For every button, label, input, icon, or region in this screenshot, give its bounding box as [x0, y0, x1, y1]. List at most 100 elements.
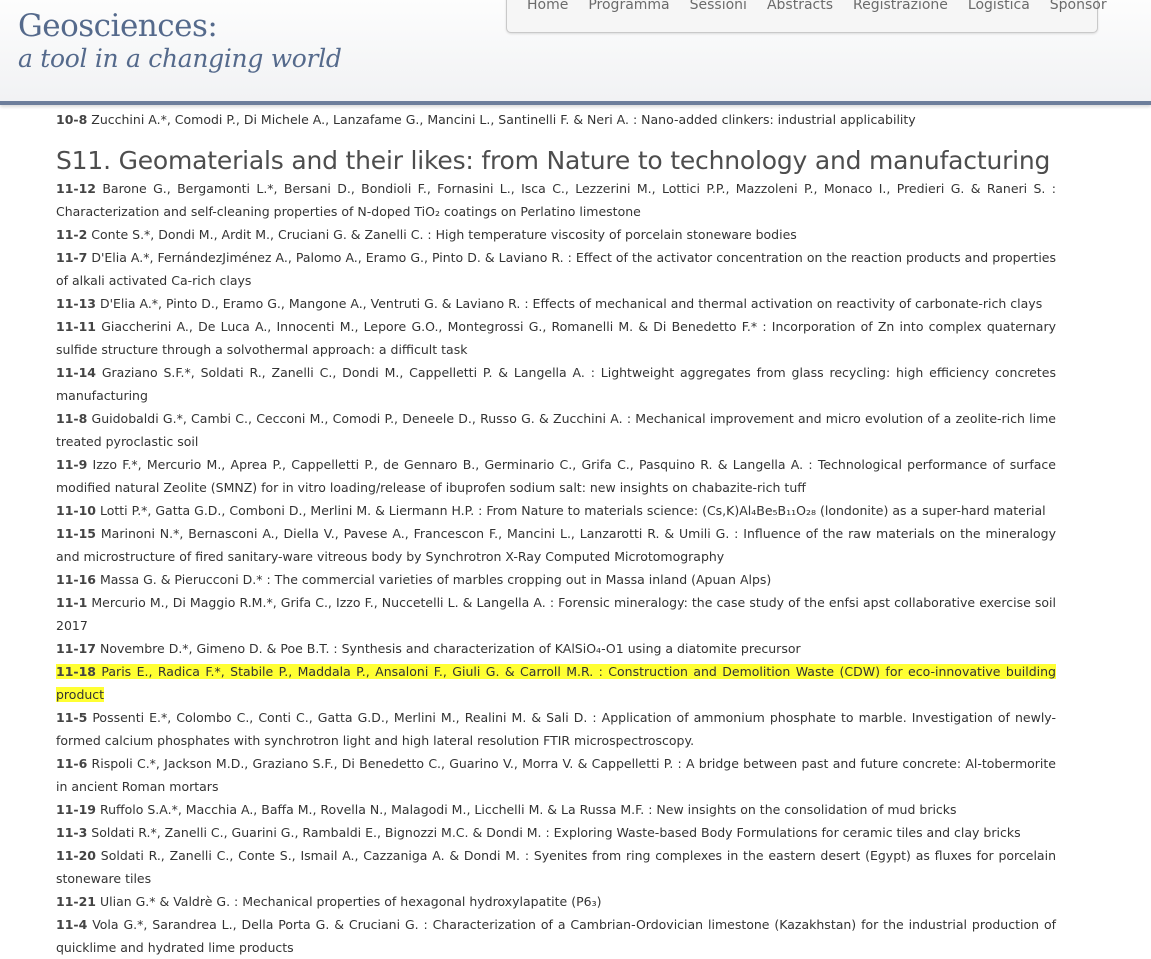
abstract-number: 11-9 — [56, 457, 88, 472]
abstract-number: 11-3 — [56, 825, 88, 840]
list-item: 11-13 D'Elia A.*, Pinto D., Eramo G., Ma… — [56, 292, 1056, 315]
nav-item-sponsor[interactable]: Sponsor — [1050, 0, 1107, 13]
entry-text-wrap: 11-3 Soldati R.*, Zanelli C., Guarini G.… — [56, 825, 1021, 840]
entry-text-wrap: 11-12 Barone G., Bergamonti L.*, Bersani… — [56, 181, 1056, 219]
abstract-text: Graziano S.F.*, Soldati R., Zanelli C., … — [56, 365, 1056, 403]
list-item: 11-7 D'Elia A.*, FernándezJiménez A., Pa… — [56, 246, 1056, 292]
main-nav: Home Programma Sessioni Abstracts Regist… — [506, 0, 1107, 33]
abstract-number: 11-18 — [56, 664, 96, 679]
entry-text-wrap: 11-19 Ruffolo S.A.*, Macchia A., Baffa M… — [56, 802, 957, 817]
list-item: 11-1 Mercurio M., Di Maggio R.M.*, Grifa… — [56, 591, 1056, 637]
abstract-number: 11-17 — [56, 641, 96, 656]
entry-text-wrap: 11-21 Ulian G.* & Valdrè G. : Mechanical… — [56, 894, 601, 909]
abstract-text: Mercurio M., Di Maggio R.M.*, Grifa C., … — [56, 595, 1056, 633]
abstract-number: 11-2 — [56, 227, 88, 242]
entry-text-wrap: 11-9 Izzo F.*, Mercurio M., Aprea P., Ca… — [56, 457, 1056, 495]
abstract-text: D'Elia A.*, Pinto D., Eramo G., Mangone … — [99, 296, 1043, 311]
abstract-number: 11-12 — [56, 181, 96, 196]
nav-item-abstracts[interactable]: Abstracts — [767, 0, 833, 13]
abstract-text: Soldati R., Zanelli C., Conte S., Ismail… — [56, 848, 1056, 886]
abstract-number: 10-8 — [56, 112, 88, 127]
list-item: 11-16 Massa G. & Pierucconi D.* : The co… — [56, 568, 1056, 591]
list-item: 11-9 Izzo F.*, Mercurio M., Aprea P., Ca… — [56, 453, 1056, 499]
abstract-text: Marinoni N.*, Bernasconi A., Diella V., … — [56, 526, 1056, 564]
entry-text-wrap: 11-14 Graziano S.F.*, Soldati R., Zanell… — [56, 365, 1056, 403]
site-title[interactable]: Geosciences: — [18, 8, 218, 44]
nav-item-home[interactable]: Home — [527, 0, 568, 13]
list-item: 11-5 Possenti E.*, Colombo C., Conti C.,… — [56, 706, 1056, 752]
entry-text-wrap: 11-5 Possenti E.*, Colombo C., Conti C.,… — [56, 710, 1056, 748]
abstract-text: Novembre D.*, Gimeno D. & Poe B.T. : Syn… — [99, 641, 801, 656]
abstract-text: Lotti P.*, Gatta G.D., Comboni D., Merli… — [99, 503, 1046, 518]
list-item: 11-3 Soldati R.*, Zanelli C., Guarini G.… — [56, 821, 1056, 844]
abstract-text: Zucchini A.*, Comodi P., Di Michele A., … — [91, 112, 916, 127]
entry-text-wrap: 11-13 D'Elia A.*, Pinto D., Eramo G., Ma… — [56, 296, 1042, 311]
list-item: 11-20 Soldati R., Zanelli C., Conte S., … — [56, 844, 1056, 890]
list-item: 11-21 Ulian G.* & Valdrè G. : Mechanical… — [56, 890, 1056, 913]
entry-text-wrap: 11-1 Mercurio M., Di Maggio R.M.*, Grifa… — [56, 595, 1056, 633]
list-item: 11-11 Giaccherini A., De Luca A., Innoce… — [56, 315, 1056, 361]
entry-text-wrap: 11-11 Giaccherini A., De Luca A., Innoce… — [56, 319, 1056, 357]
nav-item-programma[interactable]: Programma — [588, 0, 669, 13]
list-item: 11-10 Lotti P.*, Gatta G.D., Comboni D.,… — [56, 499, 1056, 522]
abstract-number: 11-16 — [56, 572, 96, 587]
abstract-text: Conte S.*, Dondi M., Ardit M., Cruciani … — [91, 227, 797, 242]
section-title: S11. Geomaterials and their likes: from … — [56, 146, 1051, 175]
abstract-text: Paris E., Radica F.*, Stabile P., Maddal… — [56, 664, 1056, 702]
list-item: 10-8 Zucchini A.*, Comodi P., Di Michele… — [56, 108, 1056, 131]
nav-item-logistica[interactable]: Logistica — [968, 0, 1030, 13]
abstract-text: Soldati R.*, Zanelli C., Guarini G., Ram… — [91, 825, 1021, 840]
abstract-number: 11-11 — [56, 319, 96, 334]
list-item: 11-18 Paris E., Radica F.*, Stabile P., … — [56, 660, 1056, 706]
abstract-number: 11-7 — [56, 250, 88, 265]
abstract-text: Possenti E.*, Colombo C., Conti C., Gatt… — [56, 710, 1056, 748]
nav-item-sessioni[interactable]: Sessioni — [690, 0, 747, 13]
entry-text-wrap: 11-16 Massa G. & Pierucconi D.* : The co… — [56, 572, 771, 587]
entry-text-wrap: 11-8 Guidobaldi G.*, Cambi C., Cecconi M… — [56, 411, 1056, 449]
list-item: 11-19 Ruffolo S.A.*, Macchia A., Baffa M… — [56, 798, 1056, 821]
entry-text-wrap: 11-6 Rispoli C.*, Jackson M.D., Graziano… — [56, 756, 1056, 794]
site-header: Geosciences: a tool in a changing world … — [0, 0, 1151, 105]
list-item: 11-14 Graziano S.F.*, Soldati R., Zanell… — [56, 361, 1056, 407]
abstract-number: 11-5 — [56, 710, 88, 725]
abstract-number: 11-4 — [56, 917, 88, 932]
abstract-text: Barone G., Bergamonti L.*, Bersani D., B… — [56, 181, 1056, 219]
list-item: 11-8 Guidobaldi G.*, Cambi C., Cecconi M… — [56, 407, 1056, 453]
abstract-number: 11-21 — [56, 894, 96, 909]
abstract-number: 11-14 — [56, 365, 96, 380]
abstract-text: Rispoli C.*, Jackson M.D., Graziano S.F.… — [56, 756, 1056, 794]
abstract-text: Massa G. & Pierucconi D.* : The commerci… — [99, 572, 772, 587]
abstract-number: 11-1 — [56, 595, 88, 610]
abstract-number: 11-15 — [56, 526, 96, 541]
abstract-number: 11-6 — [56, 756, 88, 771]
site-subtitle[interactable]: a tool in a changing world — [18, 44, 342, 73]
abstract-text: Guidobaldi G.*, Cambi C., Cecconi M., Co… — [56, 411, 1056, 449]
abstract-number: 11-19 — [56, 802, 96, 817]
abstract-text: Vola G.*, Sarandrea L., Della Porta G. &… — [56, 917, 1056, 955]
list-item: 11-15 Marinoni N.*, Bernasconi A., Diell… — [56, 522, 1056, 568]
abstract-text: Izzo F.*, Mercurio M., Aprea P., Cappell… — [56, 457, 1056, 495]
abstract-number: 11-8 — [56, 411, 88, 426]
list-item: 11-4 Vola G.*, Sarandrea L., Della Porta… — [56, 913, 1056, 959]
abstract-text: Giaccherini A., De Luca A., Innocenti M.… — [56, 319, 1057, 357]
nav-item-registrazione[interactable]: Registrazione — [853, 0, 948, 13]
list-item: 11-12 Barone G., Bergamonti L.*, Bersani… — [56, 177, 1056, 223]
abstract-text: Ruffolo S.A.*, Macchia A., Baffa M., Rov… — [99, 802, 957, 817]
list-item: 11-17 Novembre D.*, Gimeno D. & Poe B.T.… — [56, 637, 1056, 660]
abstract-number: 11-13 — [56, 296, 96, 311]
entry-text-wrap: 11-2 Conte S.*, Dondi M., Ardit M., Cruc… — [56, 227, 797, 242]
entry-text-wrap: 11-4 Vola G.*, Sarandrea L., Della Porta… — [56, 917, 1056, 955]
entry-text-wrap: 11-20 Soldati R., Zanelli C., Conte S., … — [56, 848, 1056, 886]
entry-text-wrap: 11-7 D'Elia A.*, FernándezJiménez A., Pa… — [56, 250, 1056, 288]
list-item: 11-6 Rispoli C.*, Jackson M.D., Graziano… — [56, 752, 1056, 798]
abstract-list: 10-8 Zucchini A.*, Comodi P., Di Michele… — [56, 108, 1056, 959]
abstract-text: Ulian G.* & Valdrè G. : Mechanical prope… — [99, 894, 602, 909]
abstract-text: D'Elia A.*, FernándezJiménez A., Palomo … — [56, 250, 1056, 288]
entry-text-wrap: 11-17 Novembre D.*, Gimeno D. & Poe B.T.… — [56, 641, 801, 656]
abstract-number: 11-20 — [56, 848, 96, 863]
entry-text-wrap: 11-10 Lotti P.*, Gatta G.D., Comboni D.,… — [56, 503, 1046, 518]
highlighted-entry: 11-18 Paris E., Radica F.*, Stabile P., … — [56, 664, 1056, 702]
entry-text-wrap: 11-15 Marinoni N.*, Bernasconi A., Diell… — [56, 526, 1056, 564]
abstract-number: 11-10 — [56, 503, 96, 518]
session-entries: 11-12 Barone G., Bergamonti L.*, Bersani… — [56, 177, 1056, 959]
